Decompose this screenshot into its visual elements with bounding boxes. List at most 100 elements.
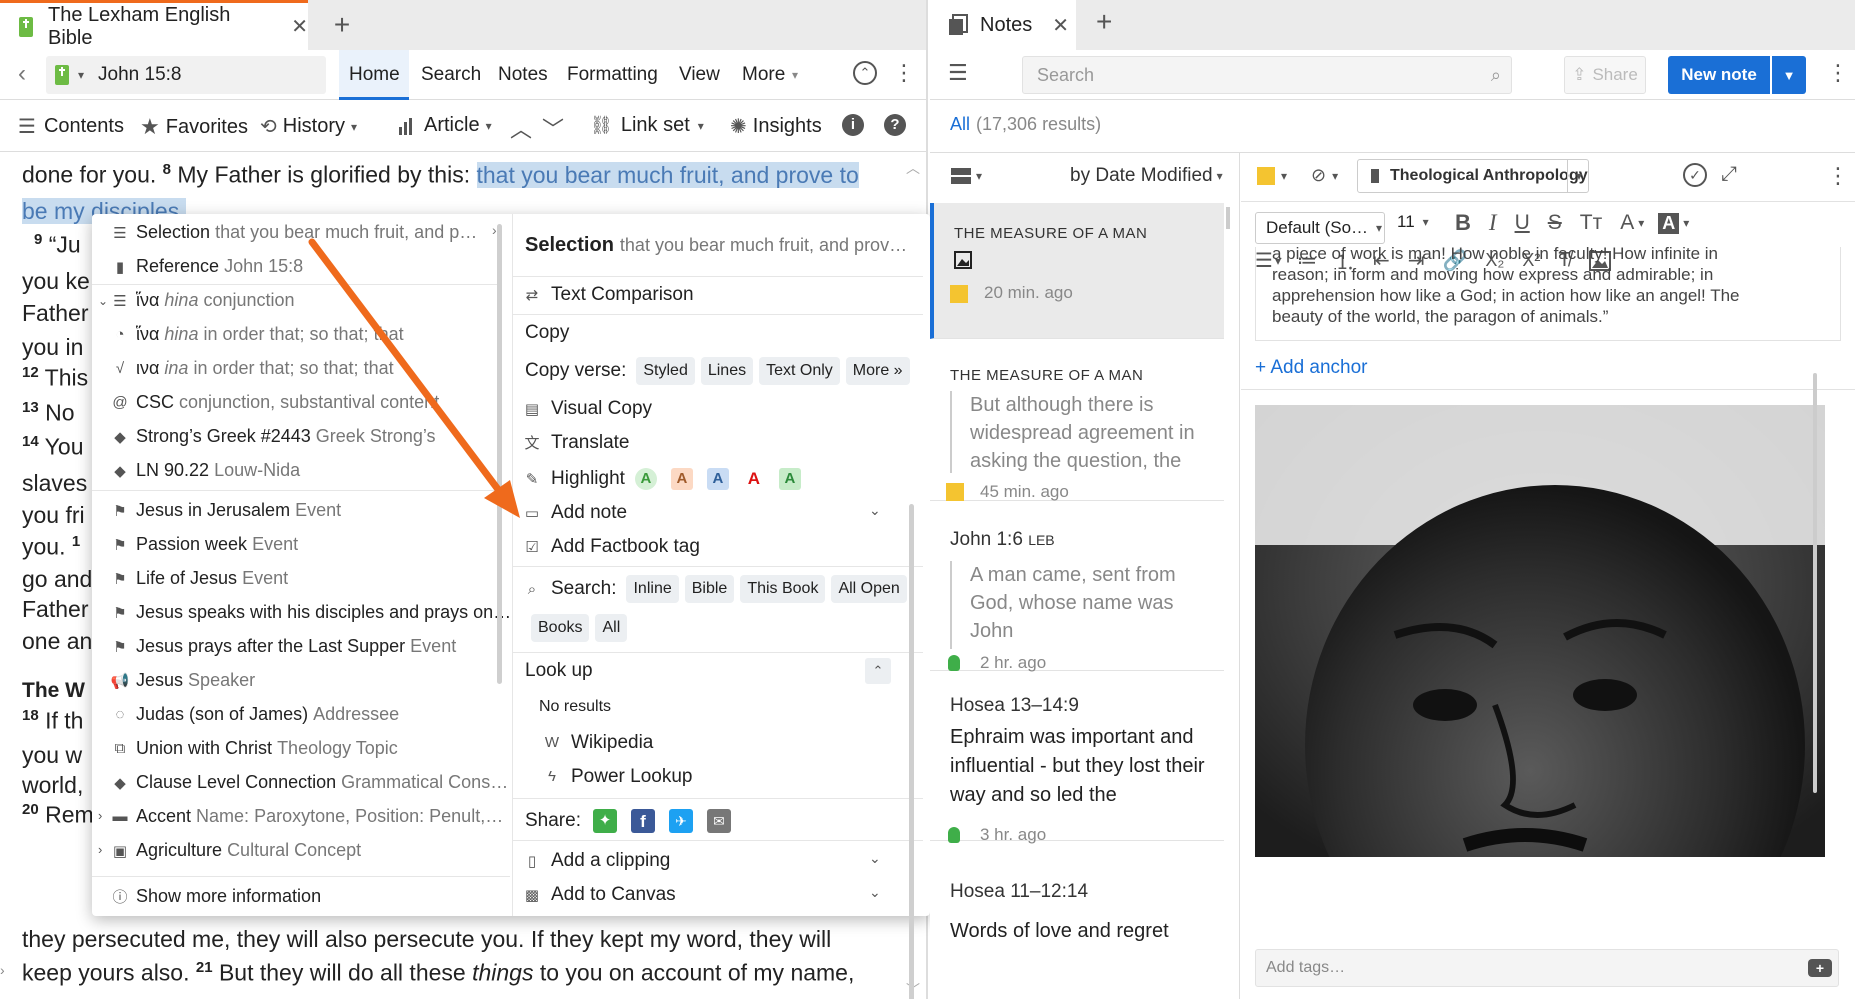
copy-styled-button[interactable]: Styled — [636, 356, 695, 385]
highlight-swatch-green-marker[interactable]: A — [634, 467, 657, 490]
info-item-event[interactable]: ⚑ Jesus speaks with his disciples and pra… — [92, 596, 511, 629]
expand-icon[interactable]: ⤢ — [1721, 163, 1737, 186]
selected-text[interactable]: that you bear much fruit, and prove to — [476, 161, 859, 188]
chevron-down-icon[interactable]: ⌄ — [869, 850, 881, 867]
more-menu-icon[interactable]: ⋮ — [1827, 60, 1849, 86]
underline-icon[interactable]: U — [1515, 211, 1530, 235]
font-size-select[interactable]: 11 ▾ — [1397, 212, 1429, 232]
search-bible-button[interactable]: Bible — [684, 575, 735, 603]
article-button[interactable]: Article ▾ — [398, 114, 492, 137]
info-item-event[interactable]: ⚑ Passion week Event — [92, 528, 298, 561]
chevron-down-icon[interactable]: ⌄ — [869, 502, 881, 519]
link-set-button[interactable]: ⛓ Link set ▾ — [590, 114, 704, 137]
chevron-down-icon[interactable]: ▾ — [78, 68, 84, 82]
new-tab-icon[interactable]: + — [1096, 6, 1112, 38]
note-style-dropdown[interactable]: ▾ — [1257, 167, 1287, 185]
show-more-button[interactable]: ⓘ Show more information — [92, 880, 321, 913]
hamburger-menu-icon[interactable]: ☰ — [948, 60, 968, 86]
more-menu-icon[interactable]: ⋮ — [1827, 163, 1849, 189]
info-item-louw-nida[interactable]: ◆ LN 90.22 Louw-Nida — [92, 454, 300, 487]
add-tag-icon[interactable]: + — [1808, 959, 1832, 977]
faithlife-icon[interactable]: ✦ — [592, 808, 617, 833]
facebook-icon[interactable]: f — [630, 808, 655, 833]
power-lookup-button[interactable]: ϟ Power Lookup — [513, 760, 692, 793]
tab-formatting[interactable]: Formatting — [567, 50, 658, 100]
scrollbar[interactable] — [1813, 373, 1817, 793]
highlight-color-icon[interactable]: A — [1658, 212, 1680, 234]
chevron-down-icon[interactable]: ▾ — [1638, 216, 1644, 230]
search-all-button[interactable]: All — [595, 614, 628, 642]
tab-notes[interactable]: Notes — [498, 50, 548, 100]
note-card[interactable]: Hosea 11–12:14 Words of love and regret — [930, 849, 1224, 999]
info-icon[interactable]: i — [842, 114, 864, 136]
add-clipping-button[interactable]: ▯ Add a clipping — [513, 844, 671, 877]
italic-icon[interactable]: I — [1489, 210, 1497, 236]
scroll-up-icon[interactable]: ︿ — [906, 158, 920, 178]
text-case-icon[interactable]: Tт — [1580, 211, 1602, 235]
info-item-event[interactable]: ⚑ Jesus prays after the Last Supper Event — [92, 630, 456, 663]
history-button[interactable]: ⟲ History ▾ — [260, 114, 357, 139]
info-item-speaker[interactable]: 📢 Jesus Speaker — [92, 664, 255, 697]
tab-lexham-bible[interactable]: The Lexham English Bible ✕ — [0, 0, 308, 50]
help-icon[interactable]: ? — [884, 114, 906, 136]
highlight-swatch-green[interactable]: A — [778, 467, 801, 490]
copy-text-only-button[interactable]: Text Only — [759, 356, 840, 385]
chevron-down-icon[interactable]: ﹀ — [542, 112, 564, 144]
chevron-down-icon[interactable]: ▾ — [792, 50, 798, 100]
search-inline-button[interactable]: Inline — [626, 575, 679, 603]
chevron-down-icon[interactable]: ▾ — [1683, 216, 1689, 230]
highlight-swatch-blue[interactable]: A — [706, 467, 729, 490]
add-factbook-tag-button[interactable]: ☑ Add Factbook tag — [513, 530, 700, 563]
new-tab-icon[interactable]: + — [322, 0, 362, 50]
highlight-swatch-orange[interactable]: A — [670, 467, 693, 490]
sync-icon[interactable]: ⌃ — [853, 61, 877, 85]
check-circle-icon[interactable]: ✓ — [1683, 163, 1707, 187]
text-comparison-button[interactable]: ⇄ Text Comparison — [513, 278, 694, 311]
favorites-button[interactable]: ★ Favorites — [140, 114, 248, 140]
info-item-reference[interactable]: ▮ Reference John 15:8 — [92, 250, 303, 283]
info-item-event[interactable]: ⚑ Life of Jesus Event — [92, 562, 288, 595]
add-anchor-link[interactable]: + Add anchor — [1255, 357, 1368, 379]
info-item-addressee[interactable]: ◌ Judas (son of James) Addressee — [92, 698, 400, 731]
sort-dropdown[interactable]: by Date Modified ▾ — [1070, 165, 1223, 187]
info-item-culture[interactable]: ▣ Agriculture Cultural Concept — [92, 834, 361, 867]
share-button[interactable]: ⇪ Share — [1564, 56, 1646, 94]
tab-notes[interactable]: Notes ✕ — [930, 0, 1076, 50]
copy-lines-button[interactable]: Lines — [700, 356, 754, 385]
note-card[interactable]: THE MEASURE OF A MAN But although there … — [930, 339, 1224, 501]
search-this-book-button[interactable]: This Book — [740, 575, 826, 603]
filter-all-link[interactable]: All — [950, 114, 970, 135]
search-books-button[interactable]: Books — [531, 614, 590, 642]
back-icon[interactable]: ‹ — [18, 60, 26, 88]
info-item-lemma[interactable]: ☰ ἵνα hina conjunction — [92, 284, 294, 317]
expand-left-icon[interactable]: › — [0, 962, 5, 978]
info-item-theology[interactable]: ⧉ Union with Christ Theology Topic — [92, 732, 398, 765]
copy-more-button[interactable]: More » — [845, 356, 910, 385]
note-card[interactable]: John 1:6 LEB A man came, sent from God, … — [930, 509, 1224, 672]
scrollbar[interactable] — [909, 504, 914, 999]
note-card[interactable]: Hosea 13–14:9 Ephraim was important and … — [930, 679, 1224, 844]
insights-button[interactable]: ✺ Insights — [730, 114, 822, 139]
new-note-dropdown-icon[interactable]: ▼ — [1772, 56, 1806, 94]
email-icon[interactable]: ✉ — [706, 808, 731, 833]
tab-more[interactable]: More — [742, 50, 785, 100]
look-up-header[interactable]: Look up — [513, 654, 593, 687]
close-tab-icon[interactable]: ✕ — [1052, 13, 1069, 38]
reference-box[interactable]: ▾ John 15:8 — [46, 56, 326, 94]
chevron-up-icon[interactable]: ︿ — [510, 112, 532, 144]
note-card-selected[interactable]: THE MEASURE OF A MAN 20 min. ago — [930, 203, 1224, 339]
view-mode-button[interactable]: ▾ — [950, 167, 982, 185]
tab-search[interactable]: Search — [421, 50, 481, 100]
more-menu-icon[interactable]: ⋮ — [893, 60, 915, 86]
chevron-up-icon[interactable]: ⌃ — [865, 658, 891, 684]
strikethrough-icon[interactable]: S — [1548, 211, 1562, 235]
quote-block[interactable]: a piece of work is man! How noble in fac… — [1255, 247, 1841, 341]
add-tags-input[interactable]: Add tags… + — [1255, 949, 1839, 987]
scrollbar[interactable] — [1226, 207, 1230, 229]
tab-home[interactable]: Home — [349, 50, 400, 100]
tab-view[interactable]: View — [679, 50, 720, 100]
new-note-button[interactable]: New note — [1668, 56, 1770, 94]
font-family-select[interactable]: Default (So… ▾ — [1255, 212, 1385, 244]
twitter-icon[interactable]: ✈ — [668, 808, 693, 833]
add-to-canvas-button[interactable]: ▩ Add to Canvas — [513, 878, 676, 911]
